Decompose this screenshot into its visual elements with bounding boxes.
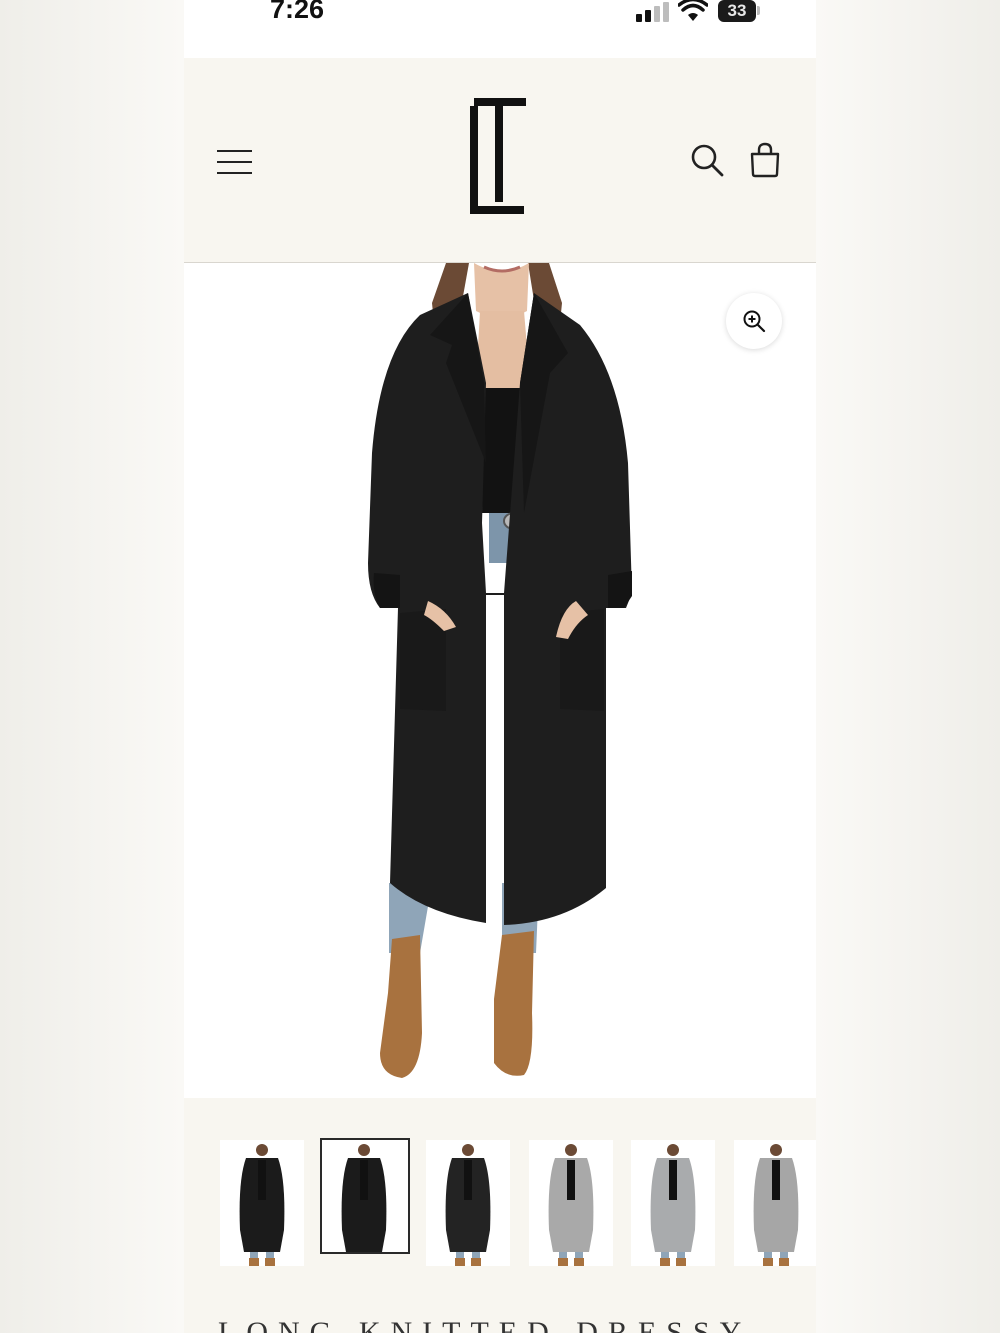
zoom-in-icon <box>743 310 766 333</box>
search-icon[interactable] <box>689 142 725 178</box>
product-title: LONG KNITTED DRESSY <box>218 1316 752 1333</box>
background-left <box>0 0 184 1333</box>
product-thumbnail[interactable] <box>529 1140 613 1266</box>
thumbnail-image <box>548 1144 594 1266</box>
product-main-image[interactable] <box>184 263 816 1098</box>
product-thumbnail[interactable] <box>320 1138 410 1254</box>
battery-icon: 33 <box>718 0 756 22</box>
zoom-button[interactable] <box>726 293 782 349</box>
product-thumbnail[interactable] <box>631 1140 715 1266</box>
thumbnail-image <box>445 1144 491 1266</box>
thumbnail-image <box>753 1144 799 1266</box>
wifi-icon <box>678 0 708 21</box>
thumbnail-image <box>650 1144 696 1266</box>
product-thumbnail[interactable] <box>734 1140 816 1266</box>
product-thumbnail[interactable] <box>426 1140 510 1266</box>
shopping-bag-icon[interactable] <box>749 142 781 178</box>
phone-screen: 7:26 33 LONG KNITTED DRESSY <box>184 0 816 1333</box>
battery-nub <box>757 6 760 15</box>
site-header <box>184 58 816 263</box>
brand-logo[interactable] <box>470 98 530 218</box>
thumbnail-image <box>341 1144 387 1252</box>
status-time: 7:26 <box>270 0 325 24</box>
thumbnail-strip: LONG KNITTED DRESSY <box>184 1098 816 1333</box>
background-right <box>816 0 1000 1333</box>
battery-level: 33 <box>727 1 747 20</box>
cellular-signal-icon <box>636 2 669 22</box>
thumbnail-image <box>239 1144 285 1266</box>
product-thumbnail[interactable] <box>220 1140 304 1266</box>
status-bar: 7:26 33 <box>184 0 816 58</box>
model-coat-illustration <box>368 263 632 1078</box>
hamburger-menu-icon[interactable] <box>217 148 253 176</box>
